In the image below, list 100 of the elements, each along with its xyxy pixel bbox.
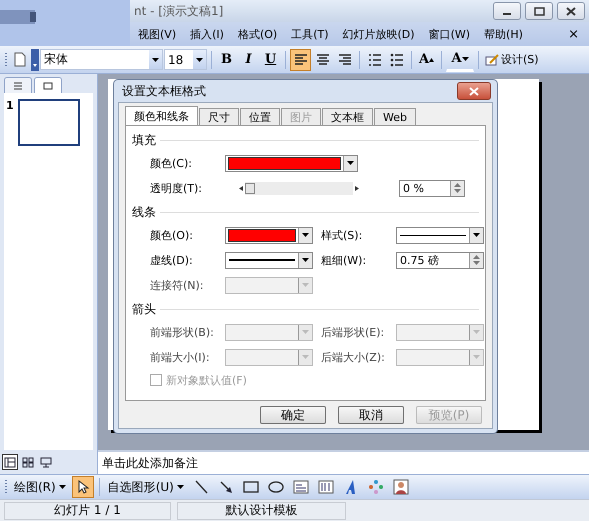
field-label: 虚线(D): <box>150 252 194 268</box>
field-label: 颜色(O): <box>150 228 194 242</box>
menu-item[interactable]: 工具(T) <box>288 24 332 44</box>
color-dropdown[interactable] <box>225 226 313 244</box>
section-heading: 填充 <box>132 132 156 149</box>
section-heading: 线条 <box>132 204 156 221</box>
pencil-icon <box>485 54 499 66</box>
italic-button[interactable]: I <box>238 48 259 70</box>
slider-thumb[interactable] <box>245 182 255 194</box>
restore-icon <box>532 6 546 16</box>
section-heading: 箭头 <box>132 301 156 318</box>
normal-view-icon <box>4 456 16 468</box>
menu-item[interactable]: 视图(V) <box>135 24 180 44</box>
menu-item[interactable]: 帮助(H) <box>481 24 526 44</box>
align-left-icon <box>292 52 308 68</box>
menu-item[interactable]: 格式(O) <box>234 24 280 44</box>
caret-icon <box>462 56 469 60</box>
caret-icon <box>473 330 480 334</box>
underline-button[interactable]: U <box>260 48 281 70</box>
menu-item[interactable]: 插入(I) <box>187 24 227 44</box>
outline-icon <box>13 82 23 90</box>
field-label: 粗细(W): <box>321 252 368 268</box>
close-icon <box>469 86 479 96</box>
arrow-icon <box>218 479 234 495</box>
caret-icon <box>347 161 354 165</box>
field-label: 透明度(T): <box>150 180 204 196</box>
slide-number: 1 <box>6 99 14 112</box>
caret-icon <box>473 355 480 359</box>
line-style-dropdown[interactable] <box>225 252 313 268</box>
dialog-button[interactable]: 取消 <box>338 406 404 424</box>
outline-tab[interactable] <box>4 77 32 93</box>
toolbar-options-icon[interactable] <box>31 48 39 70</box>
oval-icon <box>268 479 284 495</box>
dialog-button[interactable]: 确定 <box>260 406 326 424</box>
clipart-icon <box>392 479 409 495</box>
dialog-tab[interactable]: Web <box>374 108 416 125</box>
spin-arrows-icon[interactable] <box>454 183 461 193</box>
font-size-field[interactable]: 18 <box>164 49 207 70</box>
dialog-tab[interactable]: 文本框 <box>322 108 373 125</box>
spin-field[interactable]: 0.75 磅 <box>396 252 484 268</box>
bullets-icon <box>388 52 404 68</box>
field-label: 前端形状(B): <box>150 324 215 340</box>
textbox-icon <box>292 479 309 495</box>
font-name-field[interactable]: 宋体 <box>40 49 163 70</box>
slide-icon <box>43 82 53 90</box>
caret-icon <box>302 258 309 262</box>
dialog-tab[interactable]: 位置 <box>240 108 280 125</box>
caret-icon <box>176 485 184 489</box>
bold-button[interactable]: B <box>216 48 237 70</box>
autoshapes-menu-button[interactable]: 自选图形(U) <box>104 478 187 496</box>
minimize-button[interactable] <box>493 2 521 20</box>
rectangle-icon <box>242 479 259 495</box>
dialog-tab[interactable]: 颜色和线条 <box>125 106 198 125</box>
document-icon <box>14 52 26 67</box>
field-label: 颜色(C): <box>150 156 193 170</box>
field-label: 后端形状(E): <box>321 324 386 340</box>
menu-item[interactable]: 幻灯片放映(D) <box>340 24 418 44</box>
design-button[interactable]: 设计(S) <box>483 50 541 69</box>
color-dropdown[interactable] <box>225 154 358 172</box>
dialog-tab[interactable]: 尺寸 <box>199 108 239 125</box>
status-field: 幻灯片 1 / 1 <box>4 502 171 520</box>
up-triangle-icon <box>429 58 434 62</box>
caret-icon <box>58 485 66 489</box>
screen-icon <box>40 456 52 468</box>
numbering-icon <box>366 52 382 68</box>
notes-field[interactable]: 单击此处添加备注 <box>98 450 589 474</box>
vertical-textbox-icon <box>318 479 334 495</box>
close-button[interactable] <box>457 82 491 100</box>
align-left-button[interactable] <box>290 48 311 70</box>
diagram-icon <box>368 479 384 495</box>
caret-icon <box>473 233 480 237</box>
right-arrow-icon[interactable] <box>355 186 359 190</box>
caret-icon <box>302 283 309 287</box>
align-right-icon <box>336 52 352 68</box>
line-style-dropdown[interactable] <box>396 226 484 244</box>
close-document-button[interactable]: × <box>568 26 579 42</box>
minimize-icon <box>503 13 511 15</box>
window-title: nt - [演示文稿1] <box>134 2 224 20</box>
transparency-slider[interactable] <box>245 182 353 194</box>
field-label: 前端大小(I): <box>150 350 211 364</box>
slide-thumbnail[interactable] <box>18 99 80 146</box>
normal-view-button[interactable] <box>2 454 18 470</box>
restore-button[interactable] <box>525 2 553 20</box>
spin-arrows-icon[interactable] <box>473 255 480 265</box>
grid-icon <box>22 456 34 468</box>
spin-field[interactable]: 0 % <box>399 180 465 196</box>
menu-item[interactable]: 窗口(W) <box>426 24 474 44</box>
align-center-icon <box>314 52 330 68</box>
dialog-title: 设置文本框格式 <box>122 82 206 100</box>
caret-icon <box>152 58 159 62</box>
close-icon <box>564 6 578 16</box>
close-button[interactable] <box>557 2 585 20</box>
slides-tab[interactable] <box>34 77 62 93</box>
caret-icon <box>302 330 309 334</box>
grow-font-button[interactable]: A <box>416 48 437 70</box>
field-label: 样式(S): <box>321 228 364 242</box>
left-arrow-icon[interactable] <box>239 186 243 190</box>
draw-menu-button[interactable]: 绘图(R) <box>11 478 69 496</box>
caret-icon <box>196 58 203 62</box>
pointer-button[interactable] <box>72 476 94 498</box>
